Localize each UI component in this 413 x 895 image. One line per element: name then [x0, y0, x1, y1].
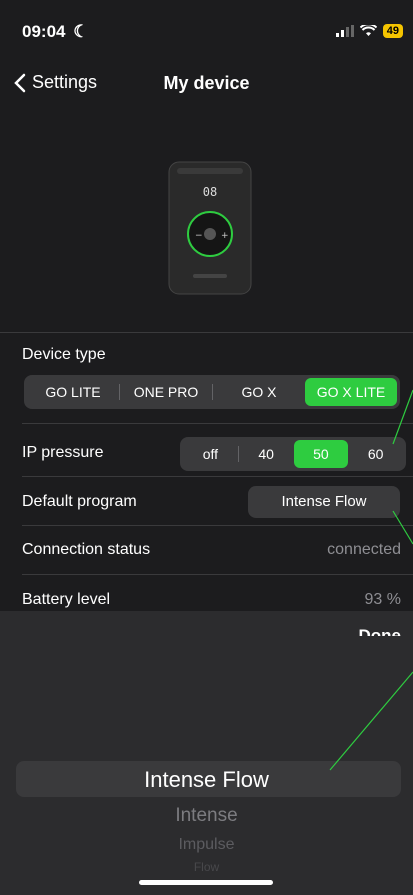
connection-status-label: Connection status — [22, 541, 151, 558]
picker-item[interactable]: Impulse — [0, 836, 413, 854]
ip-pressure-label: IP pressure — [22, 444, 104, 461]
divider — [22, 476, 413, 477]
ip-pressure-segmented[interactable]: off 40 50 60 — [180, 437, 406, 471]
home-indicator — [139, 880, 273, 885]
status-indicators: 49 — [335, 24, 403, 38]
battery-level-value: 93 % — [364, 591, 401, 608]
divider — [22, 423, 413, 424]
divider — [0, 332, 413, 333]
segment-60[interactable]: 60 — [348, 440, 403, 468]
svg-text:−: − — [195, 231, 203, 241]
connection-status-value: connected — [327, 541, 401, 558]
page-title: My device — [163, 73, 250, 93]
device-type-segmented[interactable]: GO LITE ONE PRO GO X GO X LITE — [24, 375, 400, 409]
segment-off[interactable]: off — [183, 440, 238, 468]
device-type-label: Device type — [22, 346, 106, 363]
battery-indicator: 49 — [382, 24, 403, 38]
picker-item[interactable]: Intense — [0, 805, 413, 827]
default-program-button[interactable]: Intense Flow — [248, 486, 400, 518]
moon-icon: ☾ — [73, 22, 89, 41]
status-time: 09:04 ☾ — [22, 22, 88, 42]
picker-item-selected[interactable]: Intense Flow — [0, 767, 413, 793]
divider — [22, 525, 413, 526]
default-program-label: Default program — [22, 493, 137, 510]
segment-one-pro[interactable]: ONE PRO — [120, 378, 212, 406]
wifi-icon — [359, 25, 377, 36]
svg-text:08: 08 — [203, 185, 217, 199]
battery-level-label: Battery level — [22, 591, 111, 608]
signal-icon — [335, 25, 354, 37]
divider — [22, 574, 413, 575]
segment-go-lite[interactable]: GO LITE — [27, 378, 119, 406]
picker-item[interactable]: Flow — [0, 860, 413, 874]
svg-text:+: + — [221, 231, 229, 241]
status-time-label: 09:04 — [22, 22, 66, 41]
segment-go-x-lite[interactable]: GO X LITE — [305, 378, 397, 406]
segment-40[interactable]: 40 — [239, 440, 294, 468]
segment-go-x[interactable]: GO X — [213, 378, 305, 406]
segment-50[interactable]: 50 — [293, 440, 349, 468]
device-image: 08 − + — [168, 161, 252, 295]
